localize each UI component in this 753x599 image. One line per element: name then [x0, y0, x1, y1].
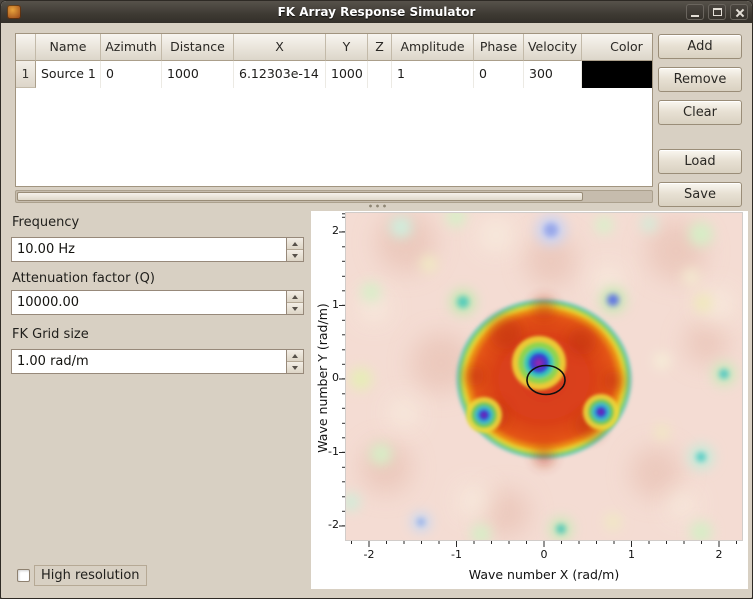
close-button[interactable]: [730, 4, 748, 20]
spin-down-icon: [292, 307, 298, 311]
minimize-button[interactable]: [686, 4, 704, 20]
window-title: FK Array Response Simulator: [1, 5, 752, 19]
minimize-icon: [691, 15, 699, 17]
cell-z[interactable]: [368, 61, 392, 88]
app-window: FK Array Response Simulator Name Azimuth…: [0, 0, 753, 599]
load-button[interactable]: Load: [658, 149, 742, 174]
fk-grid-value[interactable]: 1.00 rad/m: [12, 350, 286, 373]
attenuation-spinbox[interactable]: 10000.00: [11, 290, 304, 315]
cell-y[interactable]: 1000: [326, 61, 368, 88]
spin-down-icon: [292, 254, 298, 258]
cell-x[interactable]: 6.12303e-14: [234, 61, 326, 88]
table-header-row: Name Azimuth Distance X Y Z Amplitude Ph…: [16, 34, 652, 61]
column-header-velocity[interactable]: Velocity: [524, 34, 582, 61]
spin-up-icon: [292, 354, 298, 358]
window-controls: [686, 4, 748, 20]
horizontal-scrollbar[interactable]: [15, 190, 653, 203]
remove-button[interactable]: Remove: [658, 67, 742, 92]
x-tick-label: -1: [434, 548, 480, 561]
spin-up-button[interactable]: [287, 238, 303, 250]
cell-amplitude[interactable]: 1: [392, 61, 474, 88]
spin-up-icon: [292, 295, 298, 299]
x-tick-label: 1: [609, 548, 655, 561]
frequency-spinbox[interactable]: 10.00 Hz: [11, 237, 304, 262]
frequency-spin-buttons: [286, 238, 303, 261]
center-rings: [512, 336, 566, 390]
fk-grid-spinbox[interactable]: 1.00 rad/m: [11, 349, 304, 374]
y-tick-label: 2: [313, 223, 339, 239]
side-lobe-left: [466, 397, 502, 433]
spin-down-icon: [292, 366, 298, 370]
cell-name[interactable]: Source 1: [36, 61, 101, 88]
table-row[interactable]: 1 Source 1 0 1000 6.12303e-14 1000 1 0 3…: [16, 61, 652, 88]
y-axis-minor-ticks: [342, 213, 345, 540]
spin-up-button[interactable]: [287, 291, 303, 303]
scrollbar-thumb[interactable]: [17, 192, 583, 201]
column-header-phase[interactable]: Phase: [474, 34, 524, 61]
fk-heatmap: [346, 213, 742, 540]
column-header-color[interactable]: Color: [582, 34, 653, 61]
fk-response-image: [346, 213, 742, 540]
column-header-y[interactable]: Y: [326, 34, 368, 61]
high-resolution-checkbox[interactable]: [17, 569, 30, 582]
spin-down-button[interactable]: [287, 362, 303, 373]
cell-phase[interactable]: 0: [474, 61, 524, 88]
close-icon: [735, 8, 744, 17]
x-tick-label: 0: [521, 548, 567, 561]
high-resolution-label[interactable]: High resolution: [34, 565, 147, 586]
save-button[interactable]: Save: [658, 182, 742, 207]
cell-azimuth[interactable]: 0: [101, 61, 162, 88]
frequency-value[interactable]: 10.00 Hz: [12, 238, 286, 261]
fk-grid-label: FK Grid size: [12, 327, 89, 342]
y-axis-label: Wave number Y (rad/m): [315, 288, 331, 468]
cell-velocity[interactable]: 300: [524, 61, 582, 88]
attenuation-label: Attenuation factor (Q): [12, 271, 155, 286]
maximize-icon: [713, 8, 722, 16]
color-swatch[interactable]: [582, 61, 653, 88]
fk-grid-spin-buttons: [286, 350, 303, 373]
x-tick-label: 2: [696, 548, 742, 561]
attenuation-spin-buttons: [286, 291, 303, 314]
spin-down-button[interactable]: [287, 303, 303, 314]
pane-grip[interactable]: [367, 203, 389, 209]
column-header-z[interactable]: Z: [368, 34, 392, 61]
clear-button[interactable]: Clear: [658, 100, 742, 125]
add-button[interactable]: Add: [658, 34, 742, 59]
attenuation-value[interactable]: 10000.00: [12, 291, 286, 314]
column-header-name[interactable]: Name: [36, 34, 101, 61]
y-tick-label: -2: [313, 517, 339, 533]
side-lobe-right: [583, 394, 619, 430]
x-tick-label: -2: [346, 548, 392, 561]
column-header-rownum: [16, 34, 36, 61]
column-header-azimuth[interactable]: Azimuth: [101, 34, 162, 61]
x-tick-labels: -2 -1 0 1 2: [346, 548, 742, 561]
cell-distance[interactable]: 1000: [162, 61, 234, 88]
x-axis-label: Wave number X (rad/m): [346, 567, 742, 582]
plot-panel: -2 -1 0 1 2 2 1 0 -1 -2 Wave number X (r…: [311, 211, 748, 589]
column-header-x[interactable]: X: [234, 34, 326, 61]
titlebar[interactable]: FK Array Response Simulator: [1, 1, 752, 23]
frequency-label: Frequency: [12, 215, 79, 230]
column-header-amplitude[interactable]: Amplitude: [392, 34, 474, 61]
column-header-distance[interactable]: Distance: [162, 34, 234, 61]
spin-down-button[interactable]: [287, 250, 303, 261]
spin-up-icon: [292, 242, 298, 246]
sources-table: Name Azimuth Distance X Y Z Amplitude Ph…: [15, 33, 653, 187]
x-axis-minor-ticks: [346, 541, 742, 544]
maximize-button[interactable]: [708, 4, 726, 20]
window-menu-icon[interactable]: [7, 5, 21, 19]
spin-up-button[interactable]: [287, 350, 303, 362]
row-index: 1: [16, 61, 36, 88]
